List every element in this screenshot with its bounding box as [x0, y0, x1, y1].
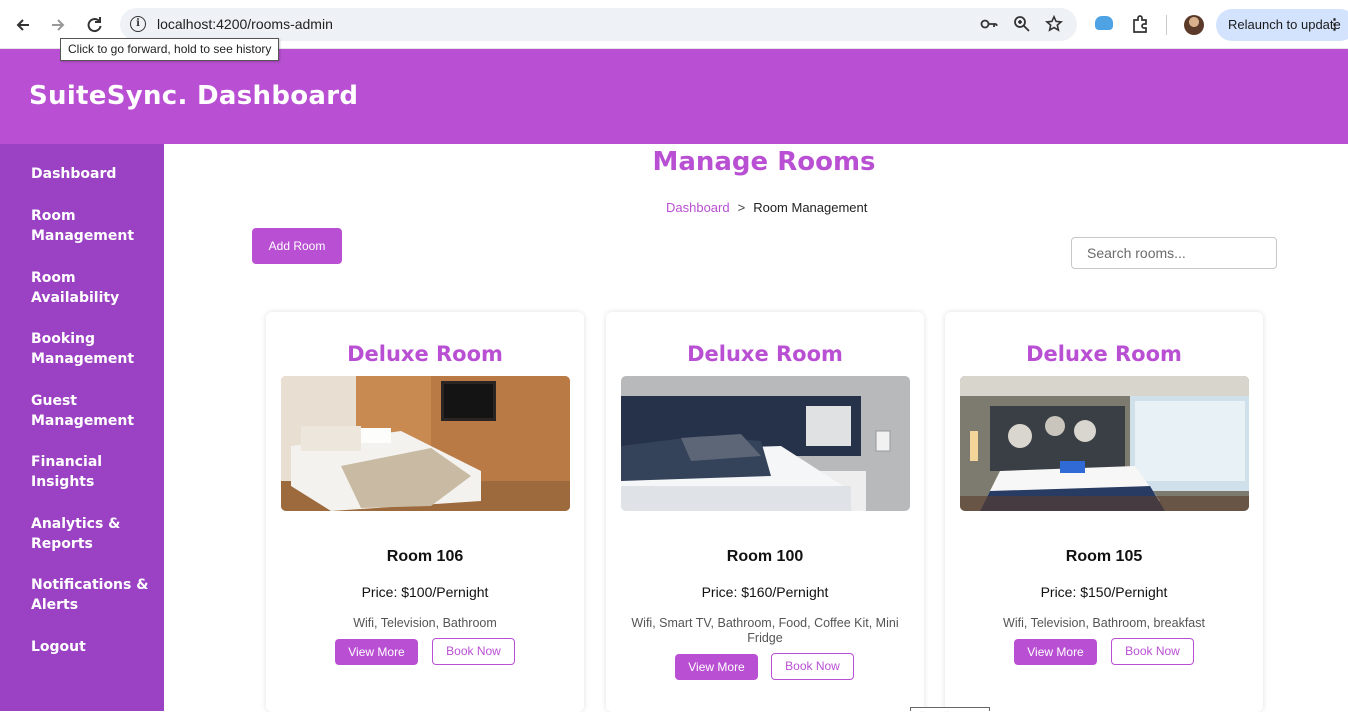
- breadcrumb-link-dashboard[interactable]: Dashboard: [666, 200, 730, 215]
- app-title: SuiteSync. Dashboard: [29, 81, 359, 111]
- room-type: Deluxe Room: [347, 342, 503, 366]
- room-image: [960, 376, 1249, 511]
- toolbar-divider: [1166, 15, 1167, 35]
- room-name: Room 105: [1065, 548, 1143, 565]
- reload-icon[interactable]: [83, 14, 105, 36]
- app-header: SuiteSync. Dashboard: [0, 49, 1348, 144]
- room-card: Deluxe Room Room 105 Price: $150/Pernigh…: [945, 312, 1263, 712]
- breadcrumb: Dashboard > Room Management: [666, 200, 867, 215]
- room-price: Price: $150/Pernight: [1040, 584, 1168, 600]
- star-icon[interactable]: [1044, 14, 1064, 33]
- sidebar-item-dashboard[interactable]: Dashboard: [31, 164, 156, 184]
- sidebar-item-room-management[interactable]: Room Management: [31, 206, 156, 246]
- key-icon[interactable]: [980, 15, 998, 33]
- room-type: Deluxe Room: [1026, 342, 1182, 366]
- sidebar-item-room-availability[interactable]: Room Availability: [31, 268, 156, 308]
- forward-icon[interactable]: [47, 14, 69, 36]
- profile-avatar[interactable]: [1184, 15, 1204, 35]
- sidebar-item-notifications-alerts[interactable]: Notifications & Alerts: [31, 575, 156, 615]
- book-now-button[interactable]: Book Now: [432, 638, 515, 665]
- extensions-icon[interactable]: [1130, 14, 1150, 34]
- view-more-button[interactable]: View More: [1014, 639, 1097, 665]
- relaunch-button[interactable]: Relaunch to update ⋮: [1216, 9, 1348, 41]
- room-amenities: Wifi, Smart TV, Bathroom, Food, Coffee K…: [631, 616, 899, 645]
- room-image: [281, 376, 570, 511]
- sidebar-item-guest-management[interactable]: Guest Management: [31, 391, 156, 431]
- add-room-button[interactable]: Add Room: [252, 228, 342, 264]
- view-more-button[interactable]: View More: [675, 654, 758, 680]
- sidebar-item-financial-insights[interactable]: Financial Insights: [31, 452, 156, 492]
- sidebar-item-logout[interactable]: Logout: [31, 637, 156, 657]
- book-now-button[interactable]: Book Now: [1111, 638, 1194, 665]
- zoom-icon[interactable]: [1013, 15, 1031, 33]
- search-input[interactable]: [1071, 237, 1277, 269]
- partial-element: [910, 707, 990, 711]
- sidebar: Dashboard Room Management Room Availabil…: [0, 144, 164, 711]
- room-name: Room 100: [726, 548, 804, 565]
- site-info-icon[interactable]: i: [130, 16, 146, 32]
- view-more-button[interactable]: View More: [335, 639, 418, 665]
- page-title: Manage Rooms: [652, 147, 876, 177]
- room-name: Room 106: [386, 548, 464, 565]
- sidebar-item-booking-management[interactable]: Booking Management: [31, 329, 156, 369]
- address-bar[interactable]: i localhost:4200/rooms-admin: [120, 8, 1077, 41]
- url-text[interactable]: localhost:4200/rooms-admin: [157, 16, 333, 32]
- back-icon[interactable]: [12, 14, 34, 36]
- room-type: Deluxe Room: [687, 342, 843, 366]
- forward-tooltip: Click to go forward, hold to see history: [60, 38, 280, 61]
- relaunch-label: Relaunch to update: [1228, 17, 1341, 32]
- room-card: Deluxe Room Room 100 Price: $160/Pernigh…: [606, 312, 924, 712]
- room-price: Price: $160/Pernight: [701, 584, 829, 600]
- room-image: [621, 376, 910, 511]
- breadcrumb-current: Room Management: [753, 200, 868, 215]
- cloud-icon[interactable]: [1095, 16, 1113, 30]
- breadcrumb-separator: >: [737, 200, 746, 215]
- room-amenities: Wifi, Television, Bathroom, breakfast: [1003, 616, 1205, 630]
- room-price: Price: $100/Pernight: [361, 584, 489, 600]
- menu-dots-icon[interactable]: ⋮: [1327, 9, 1342, 41]
- sidebar-item-analytics-reports[interactable]: Analytics & Reports: [31, 514, 156, 554]
- book-now-button[interactable]: Book Now: [771, 653, 854, 680]
- room-card: Deluxe Room Room 106 Price: $100/Pernigh…: [266, 312, 584, 712]
- room-amenities: Wifi, Television, Bathroom: [353, 616, 497, 630]
